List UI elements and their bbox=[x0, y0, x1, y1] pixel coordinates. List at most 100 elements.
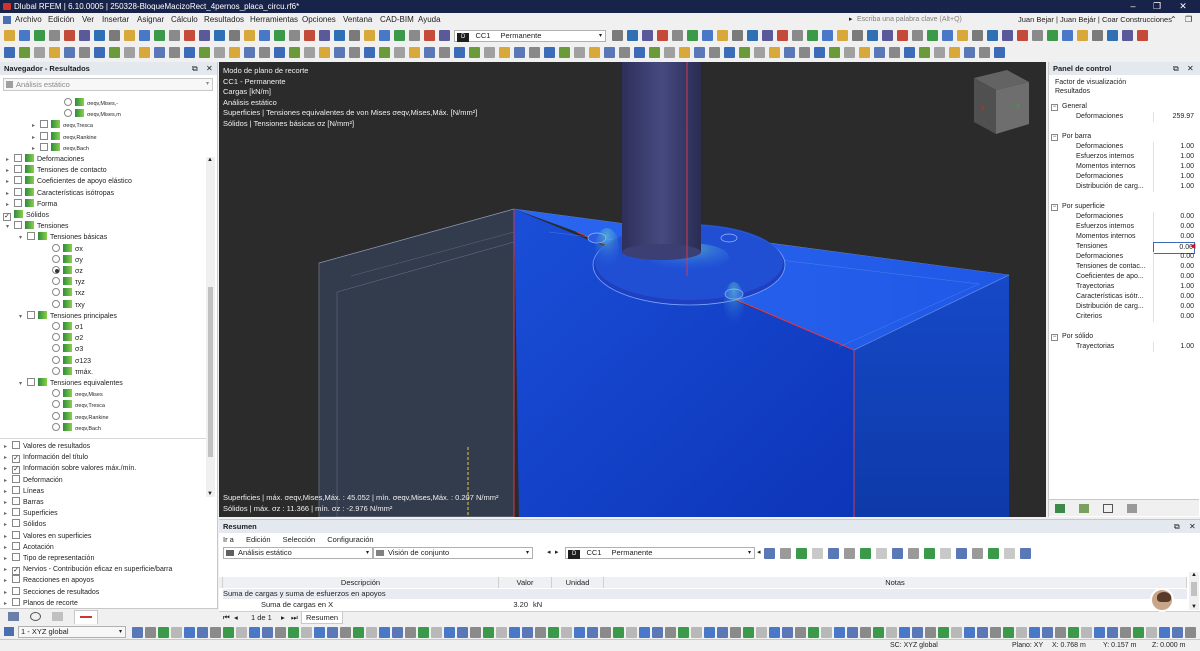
tree-item[interactable]: σeqv,Tresca bbox=[52, 400, 105, 411]
bottom-toolbar-button-12[interactable] bbox=[275, 627, 286, 638]
factor-value[interactable]: 0.00 bbox=[1153, 252, 1195, 262]
bottom-toolbar-button-55[interactable] bbox=[834, 627, 845, 638]
radio-button[interactable] bbox=[52, 243, 60, 252]
bottom-toolbar-button-71[interactable] bbox=[1042, 627, 1053, 638]
summary-toolbar-button-10[interactable] bbox=[908, 548, 919, 559]
toolbar1b-button-13[interactable] bbox=[792, 30, 803, 41]
pin-icon[interactable]: ⧉ bbox=[1173, 62, 1179, 75]
bottom-toolbar-button-78[interactable] bbox=[1133, 627, 1144, 638]
tree-item[interactable]: ▸ Características isótropas bbox=[6, 187, 114, 199]
menu-ayuda[interactable]: Ayuda bbox=[418, 13, 441, 27]
checkbox[interactable] bbox=[12, 575, 20, 584]
toolbar1-button-15[interactable] bbox=[214, 30, 225, 41]
toolbar1b-button-21[interactable] bbox=[912, 30, 923, 41]
bottom-toolbar-button-70[interactable] bbox=[1029, 627, 1040, 638]
radio-button[interactable] bbox=[64, 98, 72, 106]
bottom-toolbar-button-16[interactable] bbox=[327, 627, 338, 638]
toolbar1b-button-9[interactable] bbox=[732, 30, 743, 41]
ribbon-collapse-icon[interactable]: ⌃ bbox=[1170, 13, 1177, 27]
bottom-toolbar-button-5[interactable] bbox=[184, 627, 195, 638]
user-avatar[interactable] bbox=[1150, 588, 1174, 612]
tree-item[interactable]: ▸ Deformación bbox=[4, 474, 63, 486]
toolbar2-button-4[interactable] bbox=[49, 47, 60, 58]
toolbar1b-button-30[interactable] bbox=[1047, 30, 1058, 41]
last-page-icon[interactable]: ⏭ bbox=[291, 612, 298, 624]
toolbar1-button-28[interactable] bbox=[409, 30, 420, 41]
toolbar2-button-44[interactable] bbox=[649, 47, 660, 58]
toolbar1-button-17[interactable] bbox=[244, 30, 255, 41]
toolbar2-button-53[interactable] bbox=[784, 47, 795, 58]
tree-item[interactable]: ▸ Forma bbox=[6, 198, 57, 210]
menu-opciones[interactable]: Opciones bbox=[302, 13, 336, 27]
tree-item[interactable]: σeqv,Mises,m bbox=[64, 109, 121, 120]
toolbar2-button-50[interactable] bbox=[739, 47, 750, 58]
bottom-toolbar-button-63[interactable] bbox=[938, 627, 949, 638]
tree-item[interactable]: τxz bbox=[52, 288, 85, 299]
toolbar2-button-15[interactable] bbox=[214, 47, 225, 58]
toolbar1-button-26[interactable] bbox=[379, 30, 390, 41]
toolbar2-button-23[interactable] bbox=[334, 47, 345, 58]
bottom-toolbar-button-58[interactable] bbox=[873, 627, 884, 638]
pin-icon[interactable]: ⧉ bbox=[192, 62, 198, 75]
checkbox[interactable] bbox=[14, 165, 22, 174]
toolbar2-button-58[interactable] bbox=[859, 47, 870, 58]
3d-viewport[interactable]: -X -Y Modo de plano de recorte CC1 - Per… bbox=[219, 62, 1046, 517]
next-page-icon[interactable]: ▸ bbox=[281, 612, 285, 624]
toolbar2-button-42[interactable] bbox=[619, 47, 630, 58]
toolbar1b-button-24[interactable] bbox=[957, 30, 968, 41]
toolbar1b-button-31[interactable] bbox=[1062, 30, 1073, 41]
tree-item[interactable]: ▸ Líneas bbox=[4, 485, 44, 497]
toolbar1-button-3[interactable] bbox=[34, 30, 45, 41]
bottom-toolbar-button-62[interactable] bbox=[925, 627, 936, 638]
tab-data-icon[interactable] bbox=[8, 612, 19, 621]
toolbar1-button-8[interactable] bbox=[109, 30, 120, 41]
toolbar2-button-46[interactable] bbox=[679, 47, 690, 58]
collapse-icon[interactable]: − bbox=[1051, 334, 1058, 341]
toolbar2-button-66[interactable] bbox=[979, 47, 990, 58]
toolbar2-button-61[interactable] bbox=[904, 47, 915, 58]
toolbar2-button-36[interactable] bbox=[529, 47, 540, 58]
toolbar2-button-56[interactable] bbox=[829, 47, 840, 58]
toolbar1b-button-15[interactable] bbox=[822, 30, 833, 41]
tree-item[interactable]: ▸ Tensiones de contacto bbox=[6, 165, 107, 176]
collapse-icon[interactable]: − bbox=[1051, 104, 1058, 111]
collapse-icon[interactable]: ▾ bbox=[19, 312, 27, 323]
toolbar1b-button-8[interactable] bbox=[717, 30, 728, 41]
tree-item[interactable]: ▸ σeqv,Tresca bbox=[32, 120, 93, 131]
menu-ventana[interactable]: Ventana bbox=[343, 13, 372, 27]
navigator-scrollbar[interactable]: ▲ ▼ bbox=[206, 157, 215, 497]
summary-load-case-select[interactable]: D CC1 Permanente ▾ bbox=[565, 547, 755, 559]
bottom-toolbar-button-26[interactable] bbox=[457, 627, 468, 638]
tree-item[interactable]: σeqv,Mises bbox=[52, 389, 103, 400]
summary-menu-edit[interactable]: Edición bbox=[246, 535, 271, 544]
prev-page-icon[interactable]: ◂ bbox=[234, 612, 238, 624]
bottom-toolbar-button-73[interactable] bbox=[1068, 627, 1079, 638]
bottom-toolbar-button-67[interactable] bbox=[990, 627, 1001, 638]
radio-button[interactable] bbox=[52, 277, 60, 286]
collapse-icon[interactable]: ▾ bbox=[6, 222, 14, 233]
checkbox[interactable] bbox=[12, 586, 20, 595]
tree-item[interactable]: σz bbox=[52, 266, 83, 277]
toolbar1-button-1[interactable] bbox=[4, 30, 15, 41]
radio-button[interactable] bbox=[52, 288, 60, 297]
toolbar2-button-43[interactable] bbox=[634, 47, 645, 58]
factor-row[interactable]: Tensiones 0.00 bbox=[1049, 242, 1199, 254]
bottom-toolbar-button-77[interactable] bbox=[1120, 627, 1131, 638]
factor-value[interactable]: 0.00 bbox=[1153, 232, 1195, 242]
factor-row[interactable]: Criterios 0.00 bbox=[1049, 312, 1199, 322]
tree-item[interactable]: σeqv,Mises,- bbox=[64, 98, 118, 109]
summary-toolbar-button-13[interactable] bbox=[956, 548, 967, 559]
bottom-toolbar-button-45[interactable] bbox=[704, 627, 715, 638]
tab-views-icon[interactable] bbox=[52, 612, 63, 621]
bottom-toolbar-button-65[interactable] bbox=[964, 627, 975, 638]
radio-button[interactable] bbox=[52, 333, 60, 342]
toolbar1-button-12[interactable] bbox=[169, 30, 180, 41]
section-2[interactable]: − Por superficie bbox=[1051, 202, 1105, 212]
bottom-toolbar-button-40[interactable] bbox=[639, 627, 650, 638]
factor-value[interactable]: 1.00 bbox=[1153, 152, 1195, 162]
summary-toolbar-button-11[interactable] bbox=[924, 548, 935, 559]
col-value[interactable]: Valor bbox=[499, 577, 552, 588]
menu-herramientas[interactable]: Herramientas bbox=[250, 13, 298, 27]
toolbar2-button-20[interactable] bbox=[289, 47, 300, 58]
toolbar1b-button-10[interactable] bbox=[747, 30, 758, 41]
